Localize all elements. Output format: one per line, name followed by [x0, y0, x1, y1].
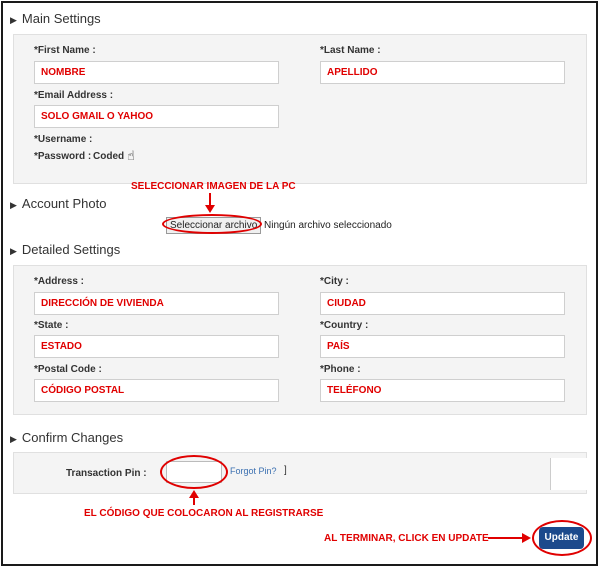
section-title: Confirm Changes — [21, 430, 124, 445]
section-title: Account Photo — [21, 196, 107, 211]
first-name-label: *First Name : — [34, 45, 96, 56]
state-input[interactable]: ESTADO — [34, 335, 279, 358]
file-status: Ningún archivo seleccionado — [264, 220, 392, 231]
email-input[interactable]: SOLO GMAIL O YAHOO — [34, 105, 279, 128]
country-label: *Country : — [320, 320, 369, 331]
pin-input-highlight — [160, 455, 228, 489]
triangle-right-icon: ▶ — [10, 434, 17, 444]
password-value: Coded — [93, 151, 125, 162]
section-account-photo[interactable]: ▶ Account Photo — [10, 196, 106, 211]
state-label: *State : — [34, 320, 69, 331]
address-input[interactable]: DIRECCIÓN DE VIVIENDA — [34, 292, 279, 315]
username-label: *Username : — [34, 134, 93, 145]
hand-pointer-icon: ☝ — [127, 148, 135, 163]
update-button-highlight — [532, 520, 592, 556]
last-name-label: *Last Name : — [320, 45, 381, 56]
last-name-input[interactable]: APELLIDO — [320, 61, 565, 84]
section-title: Main Settings — [21, 11, 101, 26]
section-title: Detailed Settings — [21, 242, 121, 257]
triangle-right-icon: ▶ — [10, 200, 17, 210]
password-label: *Password : — [34, 151, 92, 162]
phone-label: *Phone : — [320, 364, 361, 375]
triangle-right-icon: ▶ — [10, 246, 17, 256]
file-button-highlight — [162, 214, 262, 234]
triangle-right-icon: ▶ — [10, 15, 17, 25]
city-label: *City : — [320, 276, 349, 287]
section-confirm-changes[interactable]: ▶ Confirm Changes — [10, 430, 123, 445]
first-name-input[interactable]: NOMBRE — [34, 61, 279, 84]
postal-code-input[interactable]: CÓDIGO POSTAL — [34, 379, 279, 402]
address-label: *Address : — [34, 276, 85, 287]
country-input[interactable]: PAÍS — [320, 335, 565, 358]
section-detailed-settings[interactable]: ▶ Detailed Settings — [10, 242, 120, 257]
transaction-pin-label: Transaction Pin : — [66, 468, 147, 479]
forgot-pin-bracket: ] — [284, 465, 287, 476]
postal-code-label: *Postal Code : — [34, 364, 102, 375]
update-annotation: AL TERMINAR, CLICK EN UPDATE — [324, 533, 489, 544]
phone-input[interactable]: TELÉFONO — [320, 379, 565, 402]
email-label: *Email Address : — [34, 90, 114, 101]
section-main-settings[interactable]: ▶ Main Settings — [10, 11, 101, 26]
photo-annotation: SELECCIONAR IMAGEN DE LA PC — [131, 181, 296, 192]
city-input[interactable]: CIUDAD — [320, 292, 565, 315]
forgot-pin-link[interactable]: Forgot Pin? — [230, 466, 277, 476]
panel-right-box — [550, 458, 587, 490]
pin-annotation: EL CÓDIGO QUE COLOCARON AL REGISTRARSE — [84, 508, 324, 519]
